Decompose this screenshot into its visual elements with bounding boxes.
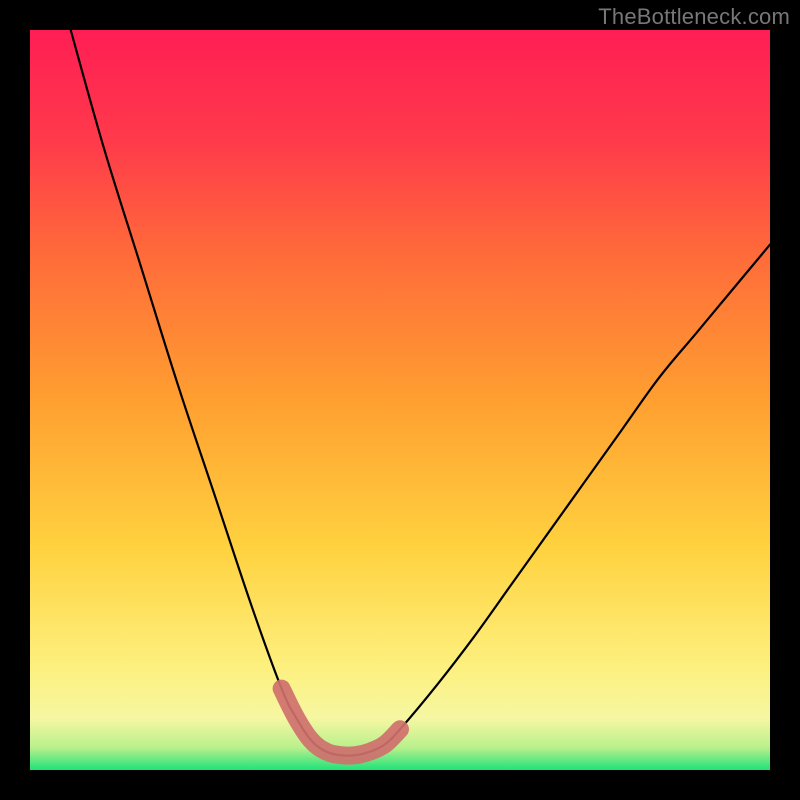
chart-background <box>30 30 770 770</box>
chart-frame: TheBottleneck.com <box>0 0 800 800</box>
bottleneck-chart <box>30 30 770 770</box>
watermark: TheBottleneck.com <box>598 4 790 30</box>
